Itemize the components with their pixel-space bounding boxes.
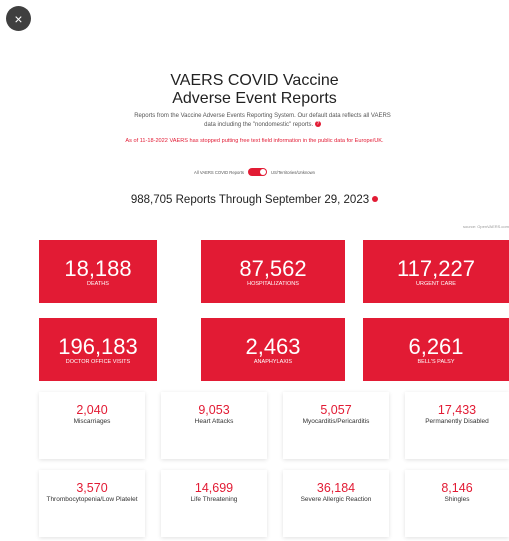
stat-value: 87,562 bbox=[239, 256, 307, 281]
stat-label: DEATHS bbox=[87, 281, 109, 287]
stat-label: BELL'S PALSY bbox=[417, 359, 455, 365]
stat-label: ANAPHYLAXIS bbox=[253, 359, 293, 365]
stat-card-thrombocytopenia[interactable]: 3,570 Thrombocytopenia/Low Platelet bbox=[39, 470, 145, 537]
report-total-heading: 988,705 Reports Through September 29, 20… bbox=[0, 193, 509, 207]
stat-value: 3,570 bbox=[76, 481, 108, 495]
stat-label: URGENT CARE bbox=[416, 281, 456, 287]
report-total-text: 988,705 Reports Through September 29, 20… bbox=[130, 194, 370, 206]
stat-card-anaphylaxis[interactable]: 2,463 ANAPHYLAXIS bbox=[201, 318, 345, 381]
stat-value: 17,433 bbox=[437, 403, 477, 417]
stat-card-permanently-disabled[interactable]: 17,433 Permanently Disabled bbox=[405, 392, 509, 459]
intro-body: Reports from the Vaccine Adverse Events … bbox=[134, 113, 391, 128]
stat-label: Heart Attacks bbox=[194, 418, 234, 425]
source-note: source: OpenVAERS.com bbox=[463, 224, 509, 229]
stat-card-hospitalizations[interactable]: 87,562 HOSPITALIZATIONS bbox=[201, 240, 345, 303]
stat-label: Myocarditis/Pericarditis bbox=[302, 418, 370, 425]
report-filter-toggle[interactable] bbox=[247, 168, 267, 176]
stat-value: 14,699 bbox=[194, 481, 234, 495]
page-title-line2: Adverse Event Reports bbox=[172, 90, 337, 107]
stat-label: Life Threatening bbox=[190, 496, 238, 503]
warning-notice: As of 11-18-2022 VAERS has stopped putti… bbox=[125, 138, 384, 144]
stat-value: 196,183 bbox=[58, 334, 138, 359]
toggle-right-label: US/Territories/Unknown bbox=[270, 169, 315, 175]
stat-card-doctor-office-visits[interactable]: 196,183 DOCTOR OFFICE VISITS bbox=[39, 318, 157, 381]
stat-card-life-threatening[interactable]: 14,699 Life Threatening bbox=[161, 470, 267, 537]
stat-card-shingles[interactable]: 8,146 Shingles bbox=[405, 470, 509, 537]
stat-label: Severe Allergic Reaction bbox=[300, 496, 372, 503]
stat-label: Permanently Disabled bbox=[425, 418, 489, 425]
stat-card-deaths[interactable]: 18,188 DEATHS bbox=[39, 240, 157, 303]
stat-label: HOSPITALIZATIONS bbox=[247, 281, 299, 287]
stat-value: 6,261 bbox=[408, 334, 464, 359]
stat-label: Miscarriages bbox=[73, 418, 111, 425]
stat-label: DOCTOR OFFICE VISITS bbox=[65, 359, 131, 365]
stat-value: 18,188 bbox=[64, 256, 132, 281]
stat-card-bells-palsy[interactable]: 6,261 BELL'S PALSY bbox=[363, 318, 509, 381]
red-dot-icon bbox=[372, 195, 379, 202]
info-icon[interactable]: ? bbox=[314, 121, 321, 128]
stat-value: 8,146 bbox=[441, 481, 473, 495]
stat-card-miscarriages[interactable]: 2,040 Miscarriages bbox=[39, 392, 145, 459]
stat-value: 2,463 bbox=[245, 334, 301, 359]
page-title: VAERS COVID Vaccine Adverse Event Report… bbox=[0, 72, 509, 108]
close-button[interactable]: × bbox=[6, 6, 31, 31]
page-title-line1: VAERS COVID Vaccine bbox=[170, 72, 339, 89]
stat-value: 9,053 bbox=[198, 403, 230, 417]
stat-value: 2,040 bbox=[76, 403, 108, 417]
stat-value: 5,057 bbox=[320, 403, 352, 417]
stat-card-severe-allergic-reaction[interactable]: 36,184 Severe Allergic Reaction bbox=[283, 470, 389, 537]
stat-card-heart-attacks[interactable]: 9,053 Heart Attacks bbox=[161, 392, 267, 459]
stat-card-myocarditis[interactable]: 5,057 Myocarditis/Pericarditis bbox=[283, 392, 389, 459]
stat-value: 117,227 bbox=[397, 256, 475, 281]
intro-text: Reports from the Vaccine Adverse Events … bbox=[130, 112, 395, 130]
stat-label: Shingles bbox=[444, 496, 470, 503]
toggle-left-label: All VAERS COVID Reports bbox=[194, 169, 244, 175]
report-filter-toggle-row: All VAERS COVID Reports US/Territories/U… bbox=[0, 168, 509, 176]
stat-value: 36,184 bbox=[316, 481, 356, 495]
close-icon: × bbox=[14, 10, 23, 27]
stat-card-urgent-care[interactable]: 117,227 URGENT CARE bbox=[363, 240, 509, 303]
stat-label: Thrombocytopenia/Low Platelet bbox=[46, 496, 138, 503]
